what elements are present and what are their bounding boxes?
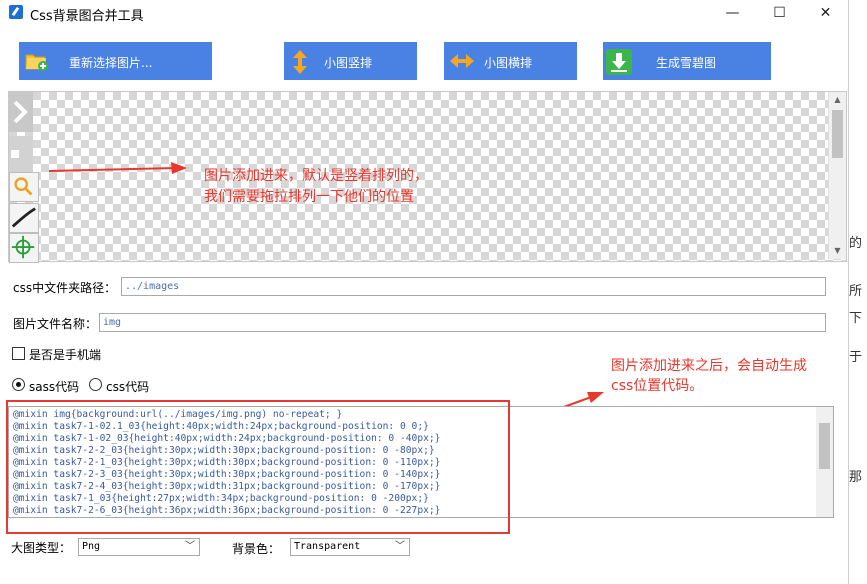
vertical-layout-button[interactable]: 小图竖排	[284, 42, 417, 80]
bg-color-label: 背景色：	[232, 542, 281, 556]
magnifier-sprite[interactable]	[9, 172, 39, 202]
code-annotation-line1: 图片添加进来之后，会自动生成	[611, 358, 807, 374]
mobile-checkbox[interactable]	[12, 347, 25, 360]
curve-icon	[11, 207, 36, 228]
line-sprite[interactable]	[9, 203, 39, 233]
image-type-value: Png	[82, 541, 101, 552]
canvas-scrollbar[interactable]: ▲ ▼	[828, 92, 846, 259]
image-name-input[interactable]: img	[99, 313, 826, 332]
background-text: 于	[849, 350, 863, 365]
chevron-down-icon: ﹀	[395, 541, 405, 552]
css-label: css代码	[106, 380, 150, 394]
app-window: Css背景图合并工具 — ☐ ✕ 重新选择图片... 小图竖排 小图横排 生成雪…	[0, 0, 849, 584]
canvas-annotation-line1: 图片添加进来，默认是竖着排列的，	[204, 168, 428, 184]
crosshair-icon	[11, 235, 35, 259]
sass-radio[interactable]	[12, 378, 25, 391]
scroll-up-icon[interactable]: ▲	[829, 92, 846, 108]
code-scrollbar[interactable]	[816, 407, 833, 517]
code-highlight-box	[6, 400, 510, 534]
scroll-down-icon[interactable]: ▼	[829, 243, 846, 259]
css-path-label: css中文件夹路径：	[13, 281, 117, 295]
mobile-label: 是否是手机端	[29, 348, 102, 362]
sprite-canvas[interactable]: 图片添加进来，默认是竖着排列的， 我们需要拖拉排列一下他们的位置 ▲ ▼	[8, 91, 847, 263]
background-text: 的	[849, 236, 863, 251]
sprite-thumbnail[interactable]	[9, 136, 33, 172]
title-bar: Css背景图合并工具 — ☐ ✕	[0, 0, 848, 26]
horizontal-layout-button[interactable]: 小图横排	[444, 42, 577, 80]
code-annotation-line2: css位置代码。	[611, 378, 704, 394]
bg-color-value: Transparent	[294, 541, 361, 552]
background-text: 所	[849, 284, 863, 299]
maximize-button[interactable]: ☐	[757, 0, 802, 26]
canvas-annotation-line2: 我们需要拖拉排列一下他们的位置	[204, 189, 414, 205]
vertical-arrows-icon	[293, 50, 307, 74]
generate-sprite-button[interactable]: 生成雪碧图	[603, 42, 771, 80]
vertical-layout-label: 小图竖排	[324, 56, 373, 70]
minimize-button[interactable]: —	[710, 0, 755, 26]
app-icon	[9, 5, 23, 19]
scroll-thumb[interactable]	[832, 110, 843, 158]
reselect-images-label: 重新选择图片...	[69, 56, 153, 70]
magnifier-icon	[14, 177, 33, 196]
annotation-arrow-canvas	[49, 162, 187, 174]
crosshair-sprite[interactable]	[9, 233, 39, 263]
code-scroll-thumb[interactable]	[819, 423, 830, 469]
horizontal-arrows-icon	[450, 54, 474, 68]
background-text: 下	[849, 311, 863, 326]
chevron-down-icon: ﹀	[185, 541, 195, 552]
css-radio[interactable]	[89, 378, 102, 391]
window-title: Css背景图合并工具	[30, 9, 144, 24]
image-type-label: 大图类型：	[11, 541, 72, 555]
image-type-select[interactable]: Png ﹀	[78, 538, 200, 556]
image-name-label: 图片文件名称：	[13, 317, 98, 331]
add-folder-icon	[25, 54, 48, 71]
horizontal-layout-label: 小图横排	[484, 56, 533, 70]
sprite-thumbnail[interactable]	[9, 92, 39, 132]
reselect-images-button[interactable]: 重新选择图片...	[19, 42, 212, 80]
generate-sprite-label: 生成雪碧图	[656, 56, 717, 70]
download-icon	[606, 49, 632, 75]
css-path-input[interactable]: ../images	[121, 277, 826, 296]
close-button[interactable]: ✕	[803, 0, 848, 26]
background-text: 那	[849, 470, 863, 485]
sass-label: sass代码	[29, 380, 80, 394]
bg-color-select[interactable]: Transparent ﹀	[290, 538, 410, 556]
